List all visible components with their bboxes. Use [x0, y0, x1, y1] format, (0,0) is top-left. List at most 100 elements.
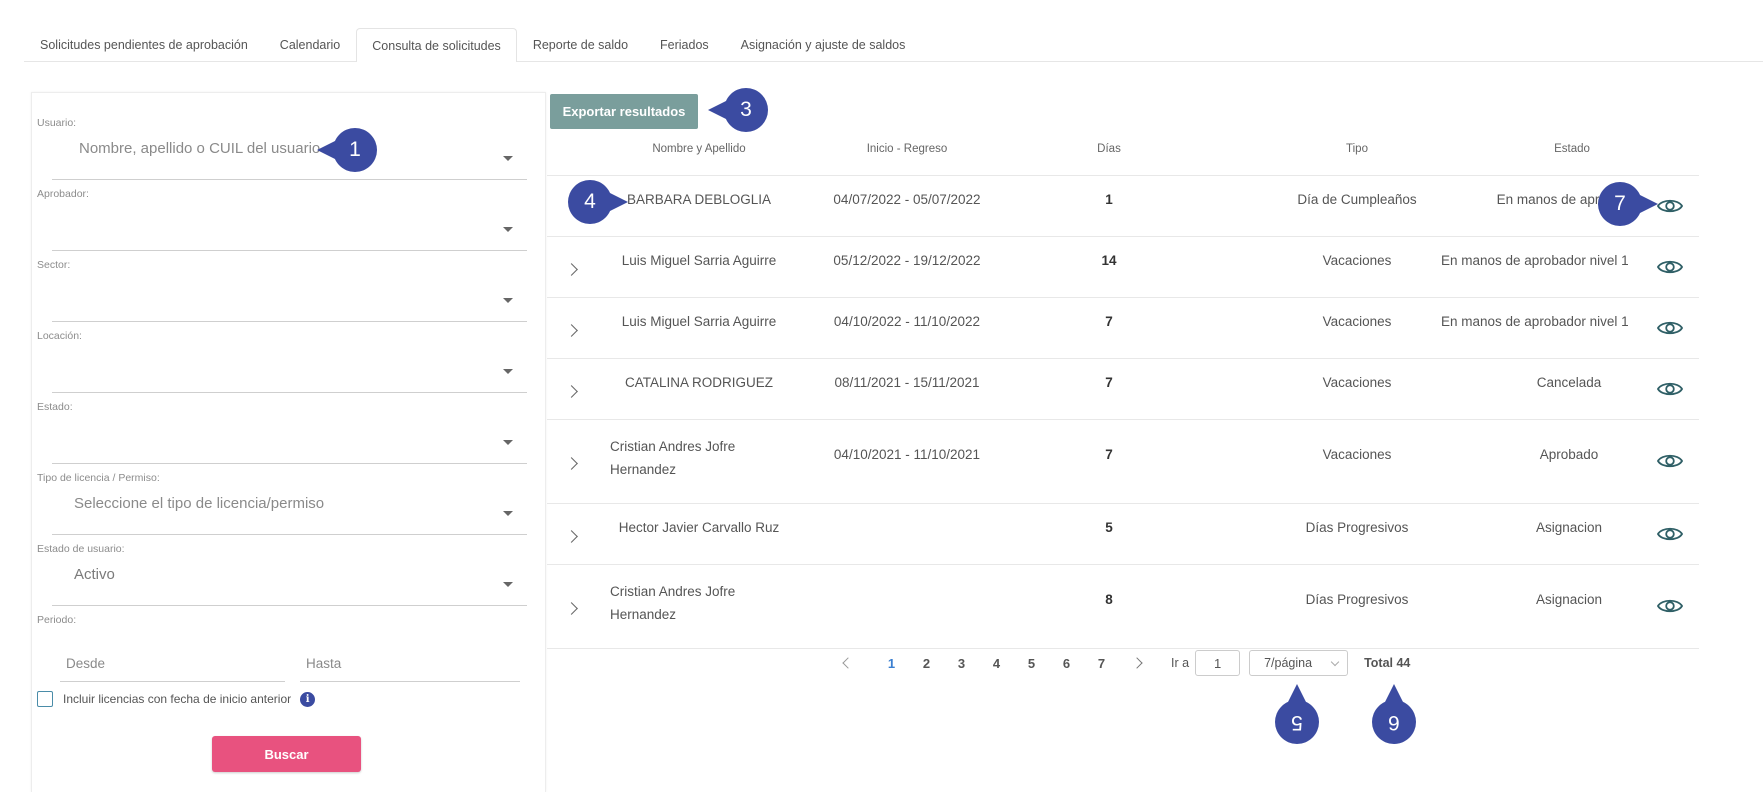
chevron-right-icon[interactable]: [565, 530, 578, 543]
eye-icon[interactable]: [1657, 597, 1683, 615]
eye-icon[interactable]: [1657, 380, 1683, 398]
page-2[interactable]: 2: [909, 656, 944, 671]
header-name: Nombre y Apellido: [652, 143, 746, 155]
table-row[interactable]: Luis Miguel Sarria Aguirre 05/12/2022 - …: [547, 237, 1699, 298]
row-name-line2: Hernandez: [610, 607, 677, 622]
header-dates: Inicio - Regreso: [866, 143, 948, 155]
row-dates: 04/10/2021 - 11/10/2021: [833, 447, 981, 462]
period-to-input[interactable]: Hasta: [300, 656, 520, 682]
table-row[interactable]: BARBARA DEBLOGLIA 04/07/2022 - 05/07/202…: [547, 176, 1699, 237]
leave-type-select[interactable]: Seleccione el tipo de licencia/permiso: [52, 485, 527, 535]
row-name: BARBARA DEBLOGLIA: [626, 192, 772, 207]
chevron-right-icon[interactable]: [565, 263, 578, 276]
chevron-down-icon: [503, 369, 513, 374]
callout-marker: 3: [708, 88, 768, 132]
chevron-down-icon: [503, 227, 513, 232]
user-status-filter: Estado de usuario: Activo: [37, 543, 527, 606]
row-dates: 08/11/2021 - 15/11/2021: [834, 375, 980, 390]
approver-select[interactable]: [52, 201, 527, 251]
pagination: 1 2 3 4 5 6 7 Ir a 1 7/página Total 44: [840, 650, 1410, 676]
sector-filter-label: Sector:: [37, 259, 71, 271]
user-filter: Usuario: Nombre, apellido o CUIL del usu…: [37, 117, 527, 180]
leave-type-filter: Tipo de licencia / Permiso: Seleccione e…: [37, 472, 527, 535]
user-select[interactable]: Nombre, apellido o CUIL del usuario: [52, 130, 527, 180]
eye-icon[interactable]: [1657, 258, 1683, 276]
table-header: Nombre y Apellido Inicio - Regreso Días …: [547, 137, 1699, 176]
chevron-right-icon[interactable]: [565, 324, 578, 337]
eye-icon[interactable]: [1657, 452, 1683, 470]
page-6[interactable]: 6: [1049, 656, 1084, 671]
callout-marker: 5: [1275, 684, 1319, 744]
page-1[interactable]: 1: [874, 656, 909, 671]
results-table: Nombre y Apellido Inicio - Regreso Días …: [547, 137, 1699, 649]
table-row[interactable]: Luis Miguel Sarria Aguirre 04/10/2022 - …: [547, 298, 1699, 359]
row-name-line2: Hernandez: [610, 462, 677, 477]
row-type: Vacaciones: [1322, 253, 1392, 268]
table-row[interactable]: Cristian Andres Jofre Hernandez 8 Días P…: [547, 565, 1699, 649]
user-status-filter-label: Estado de usuario:: [37, 543, 125, 555]
tab-pending-approvals[interactable]: Solicitudes pendientes de aprobación: [24, 28, 264, 61]
chevron-down-icon: [503, 440, 513, 445]
tab-balance-adjustment[interactable]: Asignación y ajuste de saldos: [725, 28, 922, 61]
callout-marker: 6: [1372, 684, 1416, 744]
chevron-down-icon: [1330, 657, 1340, 667]
table-row[interactable]: Hector Javier Carvallo Ruz 5 Días Progre…: [547, 504, 1699, 565]
leave-type-placeholder: Seleccione el tipo de licencia/permiso: [74, 495, 325, 512]
goto-page-input[interactable]: 1: [1195, 650, 1241, 676]
period-filter-label: Periodo:: [37, 614, 77, 626]
row-days: 14: [1101, 253, 1117, 268]
tab-bar: Solicitudes pendientes de aprobación Cal…: [24, 28, 1763, 62]
row-dates: 05/12/2022 - 19/12/2022: [833, 253, 981, 268]
chevron-right-icon[interactable]: [565, 602, 578, 615]
sector-select[interactable]: [52, 272, 527, 322]
page-7[interactable]: 7: [1084, 656, 1119, 671]
status-select[interactable]: [52, 414, 527, 464]
page-size-select[interactable]: 7/página: [1249, 650, 1349, 676]
tab-calendar[interactable]: Calendario: [264, 28, 356, 61]
search-button[interactable]: Buscar: [212, 736, 361, 772]
chevron-down-icon: [503, 298, 513, 303]
chevron-right-icon[interactable]: [565, 457, 578, 470]
user-filter-label: Usuario:: [37, 117, 77, 129]
approver-filter-label: Aprobador:: [37, 188, 89, 200]
eye-icon[interactable]: [1657, 319, 1683, 337]
table-row[interactable]: CATALINA RODRIGUEZ 08/11/2021 - 15/11/20…: [547, 359, 1699, 420]
row-name-line1: Cristian Andres Jofre: [610, 584, 736, 599]
tab-request-query[interactable]: Consulta de solicitudes: [356, 28, 517, 62]
status-filter-label: Estado:: [37, 401, 73, 413]
location-select[interactable]: [52, 343, 527, 393]
chevron-down-icon: [503, 156, 513, 161]
row-name-line1: Cristian Andres Jofre: [610, 439, 736, 454]
row-status: Aprobado: [1539, 447, 1599, 462]
user-status-value: Activo: [74, 566, 115, 583]
row-days: 8: [1105, 592, 1113, 607]
sector-filter: Sector:: [37, 259, 527, 322]
row-name: Cristian Andres Jofre Hernandez: [610, 435, 810, 481]
tab-balance-report[interactable]: Reporte de saldo: [517, 28, 644, 61]
header-status: Estado: [1554, 143, 1590, 155]
prev-page-icon[interactable]: [842, 657, 854, 669]
info-icon[interactable]: i: [300, 691, 316, 707]
row-name: CATALINA RODRIGUEZ: [624, 375, 774, 390]
tab-holidays[interactable]: Feriados: [644, 28, 725, 61]
table-row[interactable]: Cristian Andres Jofre Hernandez 04/10/20…: [547, 420, 1699, 504]
row-days: 7: [1105, 375, 1113, 390]
eye-icon[interactable]: [1657, 197, 1683, 215]
include-earlier-checkbox[interactable]: [37, 691, 53, 707]
row-name: Cristian Andres Jofre Hernandez: [610, 580, 810, 626]
row-days: 1: [1105, 192, 1113, 207]
chevron-right-icon[interactable]: [565, 385, 578, 398]
page-4[interactable]: 4: [979, 656, 1014, 671]
callout-marker: 4: [568, 180, 628, 224]
row-type: Vacaciones: [1322, 447, 1392, 462]
eye-icon[interactable]: [1657, 525, 1683, 543]
user-status-select[interactable]: Activo: [52, 556, 527, 606]
row-status: Asignacion: [1535, 520, 1603, 535]
status-filter: Estado:: [37, 401, 527, 464]
period-from-input[interactable]: Desde: [60, 656, 285, 682]
period-filter: Periodo:: [37, 614, 527, 626]
page-5[interactable]: 5: [1014, 656, 1049, 671]
page-3[interactable]: 3: [944, 656, 979, 671]
export-results-button[interactable]: Exportar resultados: [550, 94, 698, 129]
next-page-icon[interactable]: [1131, 657, 1143, 669]
